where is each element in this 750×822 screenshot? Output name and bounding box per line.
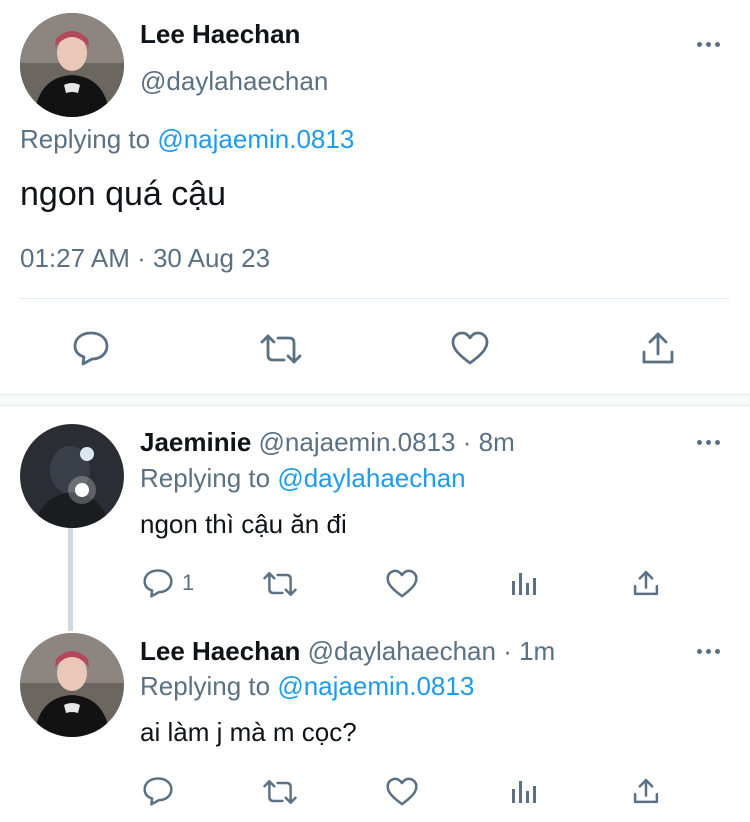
share-icon[interactable] bbox=[632, 776, 660, 806]
avatar-haechan-image bbox=[20, 633, 124, 737]
reply-header: Lee Haechan @daylahaechan · 1m bbox=[140, 636, 555, 667]
divider bbox=[20, 298, 730, 299]
thread-line bbox=[68, 528, 73, 631]
section-separator bbox=[0, 394, 750, 406]
replying-prefix: Replying to bbox=[140, 671, 271, 701]
like-icon[interactable] bbox=[451, 331, 489, 365]
retweet-icon[interactable] bbox=[262, 570, 298, 598]
like-icon[interactable] bbox=[386, 569, 418, 598]
tweet-timestamp[interactable]: 01:27 AM · 30 Aug 23 bbox=[20, 243, 270, 274]
replying-to-line: Replying to @daylahaechan bbox=[140, 463, 466, 494]
share-icon[interactable] bbox=[640, 330, 676, 366]
reply-icon[interactable] bbox=[72, 330, 110, 366]
tweet-text: ngon quá cậu bbox=[20, 175, 227, 213]
avatar[interactable] bbox=[20, 633, 124, 737]
reply-count: 1 bbox=[182, 570, 195, 595]
reply-time[interactable]: · 8m bbox=[463, 427, 515, 457]
avatar[interactable] bbox=[20, 13, 124, 117]
more-options-icon[interactable] bbox=[697, 42, 720, 47]
analytics-icon[interactable] bbox=[510, 569, 538, 597]
reply-header: Jaeminie @najaemin.0813 · 8m bbox=[140, 427, 515, 458]
replying-to-link[interactable]: @daylahaechan bbox=[277, 463, 465, 493]
more-options-icon[interactable] bbox=[697, 440, 720, 445]
analytics-icon[interactable] bbox=[510, 777, 538, 805]
reply-text: ai làm j mà m cọc? bbox=[140, 717, 357, 747]
reply-icon[interactable] bbox=[142, 776, 174, 806]
share-icon[interactable] bbox=[632, 568, 660, 598]
author-name[interactable]: Jaeminie bbox=[140, 427, 251, 457]
reply-text: ngon thì cậu ăn đi bbox=[140, 509, 347, 539]
like-icon[interactable] bbox=[386, 777, 418, 806]
more-options-icon[interactable] bbox=[697, 649, 720, 654]
retweet-icon[interactable] bbox=[259, 333, 303, 365]
avatar-jaemin-image bbox=[20, 424, 124, 528]
retweet-icon[interactable] bbox=[262, 778, 298, 806]
reply-icon[interactable]: 1 bbox=[142, 568, 194, 598]
avatar-haechan-image bbox=[20, 13, 124, 117]
author-handle[interactable]: @daylahaechan bbox=[140, 66, 328, 97]
reply-time[interactable]: · 1m bbox=[503, 636, 555, 666]
replying-to-link[interactable]: @najaemin.0813 bbox=[277, 671, 474, 701]
replying-to-line: Replying to @najaemin.0813 bbox=[140, 671, 474, 702]
author-name[interactable]: Lee Haechan bbox=[140, 19, 300, 50]
author-handle[interactable]: @najaemin.0813 bbox=[259, 427, 456, 457]
author-handle[interactable]: @daylahaechan bbox=[308, 636, 496, 666]
replying-to-line: Replying to @najaemin.0813 bbox=[20, 124, 354, 155]
replying-prefix: Replying to bbox=[20, 124, 151, 154]
replying-to-link[interactable]: @najaemin.0813 bbox=[157, 124, 354, 154]
author-name[interactable]: Lee Haechan bbox=[140, 636, 300, 666]
replying-prefix: Replying to bbox=[140, 463, 271, 493]
avatar[interactable] bbox=[20, 424, 124, 528]
